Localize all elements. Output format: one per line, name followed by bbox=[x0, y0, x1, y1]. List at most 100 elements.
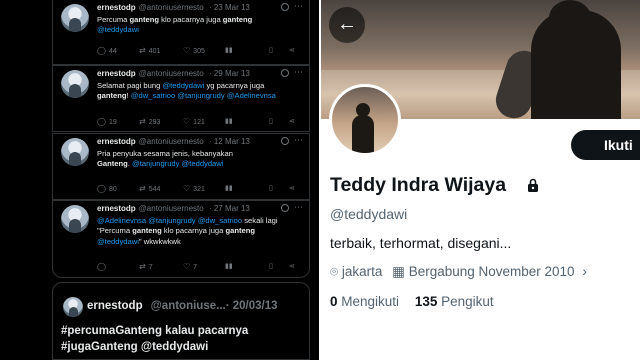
share-icon[interactable]: ⋖ bbox=[289, 184, 295, 192]
avatar[interactable] bbox=[63, 297, 83, 317]
lock-icon bbox=[528, 178, 538, 192]
avatar[interactable] bbox=[61, 70, 89, 98]
bookmark-icon[interactable]: ▯ bbox=[269, 262, 273, 270]
mention-link[interactable]: @teddydawi bbox=[97, 25, 139, 34]
more-options-icon[interactable]: ⋯ bbox=[294, 202, 303, 213]
tweet-text: @Adelinevnsa @tanjungrudy @dw_satrioo se… bbox=[97, 216, 278, 246]
like-icon: ♡ bbox=[183, 117, 191, 126]
profile-panel: ← Ikuti Teddy Indra Wijaya @teddydawi te… bbox=[321, 0, 640, 360]
like-button[interactable]: ♡ 321 bbox=[183, 184, 205, 193]
tweet-actions: ◯ 19 ⇄ 293 ♡ 121 ▮▮ ▯ ⋖ bbox=[97, 117, 301, 127]
retweet-icon: ⇄ bbox=[139, 184, 146, 193]
author-handle: @antoniusernesto bbox=[138, 204, 204, 213]
like-button[interactable]: ♡ 121 bbox=[183, 117, 205, 126]
mention-link[interactable]: @dw_satrioo @tanjungrudy @Adelinevnsa bbox=[131, 91, 276, 100]
tweet-header: ernestodp @antoniusernesto · 27 Mar 13 ⋯ bbox=[97, 202, 303, 216]
profile-meta: ⌾ jakarta ▦ Bergabung November 2010 › bbox=[330, 264, 587, 280]
like-icon: ♡ bbox=[183, 46, 191, 55]
tweet-actions: ◯ 44 ⇄ 401 ♡ 305 ▮▮ ▯ ⋖ bbox=[97, 46, 301, 56]
location-icon: ⌾ bbox=[330, 264, 339, 279]
author-name[interactable]: ernestodp bbox=[97, 204, 136, 213]
reply-icon: ◯ bbox=[97, 117, 106, 126]
back-arrow-icon[interactable]: ← bbox=[329, 7, 365, 43]
author-name[interactable]: ernestodp bbox=[97, 69, 136, 78]
like-icon: ♡ bbox=[183, 262, 191, 271]
profile-stats: 0 Mengikuti 135 Pengikut bbox=[330, 294, 494, 309]
author-handle: @antoniusernesto bbox=[138, 3, 204, 12]
more-options-icon[interactable]: ⋯ bbox=[294, 1, 303, 12]
views-icon[interactable]: ▮▮ bbox=[225, 184, 233, 192]
avatar[interactable] bbox=[61, 4, 89, 32]
followers-link[interactable]: 135 Pengikut bbox=[415, 294, 494, 309]
author-name[interactable]: ernestodp bbox=[97, 3, 136, 12]
mention-link[interactable]: @teddydawi bbox=[162, 81, 204, 90]
edit-history-icon bbox=[281, 204, 289, 212]
followers-label: Pengikut bbox=[441, 294, 494, 309]
more-options-icon[interactable]: ⋯ bbox=[294, 67, 303, 78]
tweet-text: #percumaGanteng kalau pacarnya #jugaGant… bbox=[61, 325, 249, 353]
reply-button[interactable]: ◯ 44 bbox=[97, 46, 117, 55]
views-icon[interactable]: ▮▮ bbox=[225, 46, 233, 54]
tweet-text: Selamat pagi bung @teddydawi yg pacarnya… bbox=[97, 81, 276, 101]
tweet-text: Pria penyuka sesama jenis, kebanyakan Ga… bbox=[97, 149, 233, 169]
tweet-card[interactable]: ernestodp @antoniusernesto · 29 Mar 13 ⋯ … bbox=[52, 65, 310, 132]
reply-button[interactable]: ◯ 80 bbox=[97, 184, 117, 193]
tweet-card[interactable]: ernestodp @antoniusernesto · 23 Mar 13 ⋯ … bbox=[52, 0, 310, 65]
views-icon[interactable]: ▮▮ bbox=[225, 262, 233, 270]
tweet-header: ernestodp @antoniusernesto · 29 Mar 13 ⋯ bbox=[97, 67, 303, 81]
share-icon[interactable]: ⋖ bbox=[289, 262, 295, 270]
profile-location: jakarta bbox=[341, 264, 383, 279]
tweet-actions: ◯ 80 ⇄ 544 ♡ 321 ▮▮ ▯ ⋖ bbox=[97, 184, 301, 194]
author-name[interactable]: ernestodp bbox=[97, 137, 136, 146]
mention-link[interactable]: @teddydawi bbox=[97, 237, 139, 246]
profile-name: Teddy Indra Wijaya bbox=[330, 174, 507, 196]
author-handle: @antoniusernesto bbox=[138, 137, 204, 146]
share-icon[interactable]: ⋖ bbox=[289, 46, 295, 54]
tweet-text: Percuma ganteng klo pacarnya juga ganten… bbox=[97, 15, 253, 35]
tweet-card[interactable]: ernestodp @antoniusernesto · 12 Mar 13 ⋯ … bbox=[52, 133, 310, 200]
retweet-icon: ⇄ bbox=[139, 262, 146, 271]
reply-button[interactable]: ◯ bbox=[97, 262, 109, 271]
tweet-header: ernestodp @antoniuse...· 20/03/13 bbox=[87, 300, 278, 312]
calendar-icon: ▦ bbox=[392, 264, 405, 279]
share-icon[interactable]: ⋖ bbox=[289, 117, 295, 125]
author-name[interactable]: ernestodp bbox=[87, 300, 143, 312]
bookmark-icon[interactable]: ▯ bbox=[269, 117, 273, 125]
tweet-header: ernestodp @antoniusernesto · 23 Mar 13 ⋯ bbox=[97, 1, 303, 15]
tweet-date[interactable]: · 27 Mar 13 bbox=[209, 204, 250, 213]
retweet-button[interactable]: ⇄ 544 bbox=[139, 184, 160, 193]
tweet-actions: ◯ ⇄ 7 ♡ 7 ▮▮ ▯ ⋖ bbox=[97, 262, 301, 272]
tweet-card-large[interactable]: ernestodp @antoniuse...· 20/03/13 #percum… bbox=[52, 282, 310, 360]
profile-handle: @teddydawi bbox=[330, 206, 408, 222]
following-link[interactable]: 0 Mengikuti bbox=[330, 294, 399, 309]
like-button[interactable]: ♡ 305 bbox=[183, 46, 205, 55]
retweet-icon: ⇄ bbox=[139, 46, 146, 55]
following-count: 0 bbox=[330, 294, 338, 309]
tweet-date[interactable]: · 23 Mar 13 bbox=[209, 3, 250, 12]
retweet-button[interactable]: ⇄ 7 bbox=[139, 262, 153, 271]
bookmark-icon[interactable]: ▯ bbox=[269, 46, 273, 54]
profile-avatar[interactable] bbox=[329, 84, 401, 156]
follow-button[interactable]: Ikuti bbox=[571, 130, 640, 160]
tweet-screenshot-panel: ernestodp @antoniusernesto · 23 Mar 13 ⋯ … bbox=[0, 0, 319, 360]
chevron-right-icon[interactable]: › bbox=[582, 264, 587, 279]
retweet-button[interactable]: ⇄ 293 bbox=[139, 117, 160, 126]
bookmark-icon[interactable]: ▯ bbox=[269, 184, 273, 192]
reply-button[interactable]: ◯ 19 bbox=[97, 117, 117, 126]
profile-bio: terbaik, terhormat, disegani... bbox=[330, 235, 512, 251]
like-button[interactable]: ♡ 7 bbox=[183, 262, 197, 271]
tweet-date[interactable]: · 12 Mar 13 bbox=[209, 137, 250, 146]
mention-link[interactable]: @tanjungrudy @teddydawi bbox=[132, 159, 223, 168]
tweet-date[interactable]: · 20/03/13 bbox=[226, 300, 278, 312]
tweet-card[interactable]: ernestodp @antoniusernesto · 27 Mar 13 ⋯ … bbox=[52, 200, 310, 278]
views-icon[interactable]: ▮▮ bbox=[225, 117, 233, 125]
avatar[interactable] bbox=[61, 205, 89, 233]
more-options-icon[interactable]: ⋯ bbox=[294, 135, 303, 146]
banner-person bbox=[531, 10, 621, 119]
tweet-date[interactable]: · 29 Mar 13 bbox=[209, 69, 250, 78]
edit-history-icon bbox=[281, 69, 289, 77]
reply-icon: ◯ bbox=[97, 46, 106, 55]
retweet-button[interactable]: ⇄ 401 bbox=[139, 46, 160, 55]
avatar[interactable] bbox=[61, 138, 89, 166]
mention-link[interactable]: @Adelinevnsa @tanjungrudy @dw_satrioo bbox=[97, 216, 242, 225]
